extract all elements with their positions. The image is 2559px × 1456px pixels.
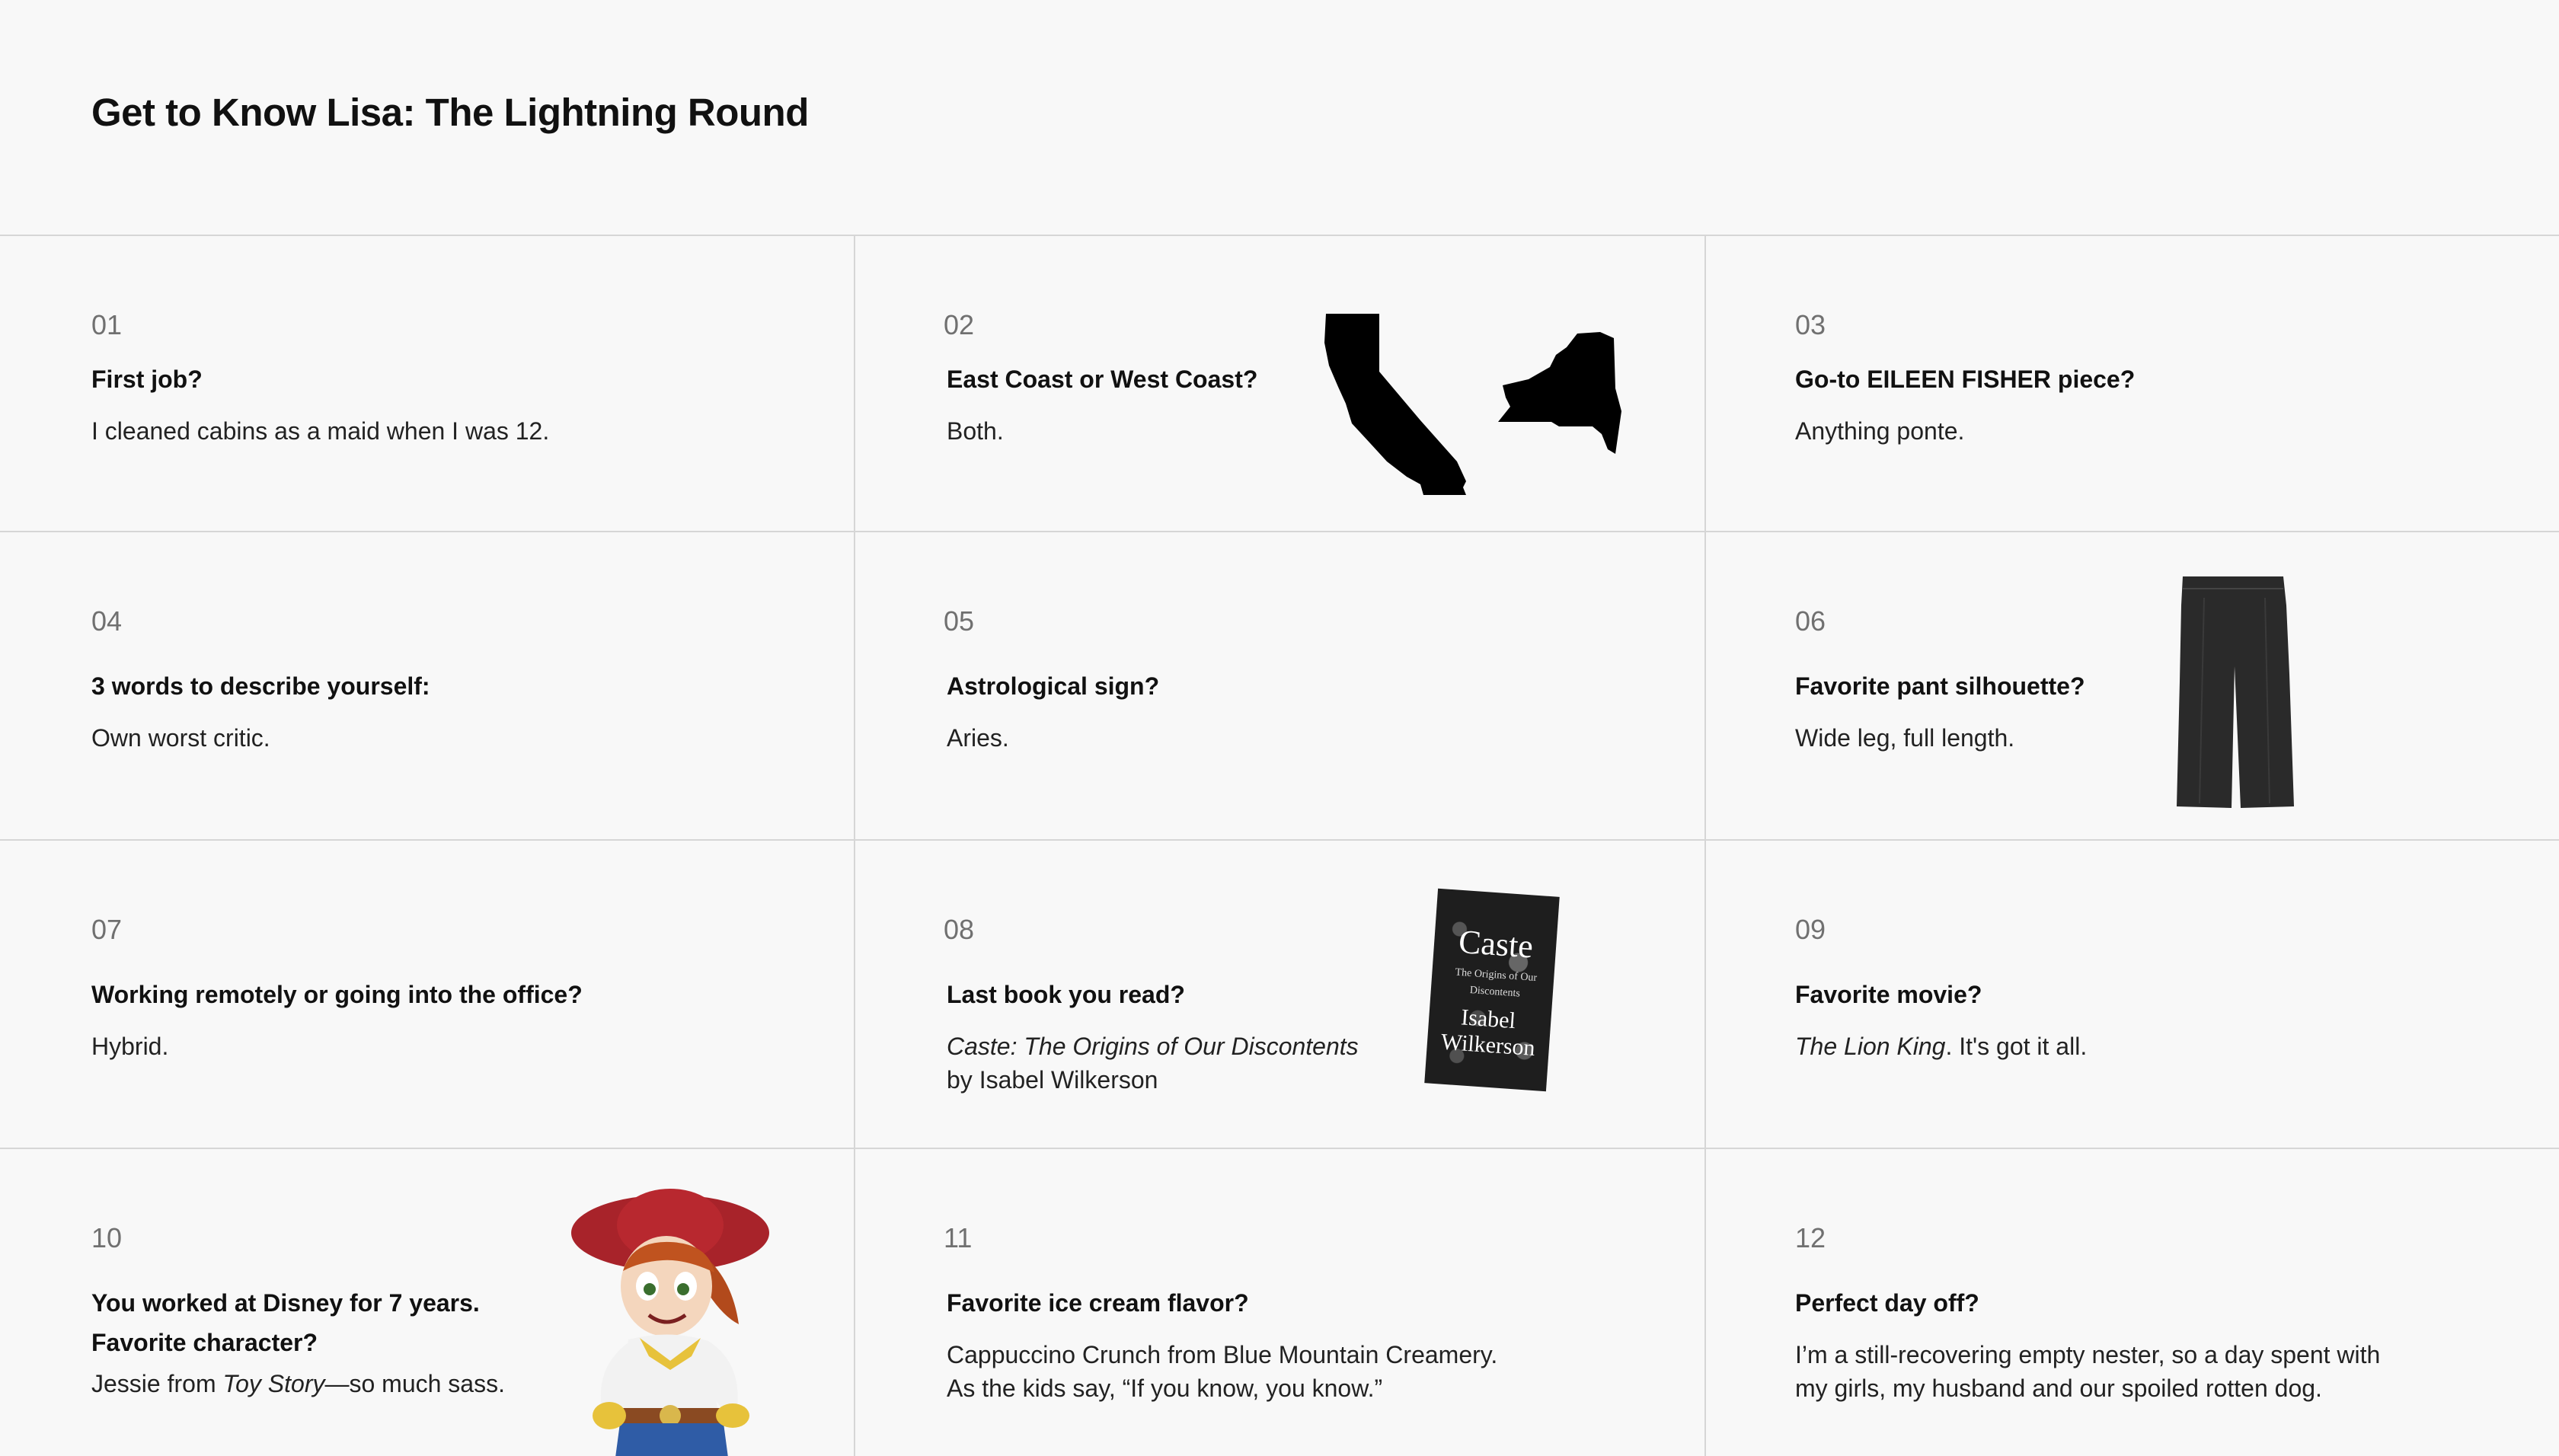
qa-card-08: 08 Last book you read? Caste: The Origin… [855, 839, 1706, 1148]
item-answer: Anything ponte. [1795, 417, 1965, 445]
item-answer: The Lion King. It's got it all. [1795, 1030, 2087, 1063]
item-number: 09 [1795, 914, 1826, 945]
item-question: Favorite pant silhouette? [1795, 672, 2085, 700]
item-number: 12 [1795, 1222, 1826, 1253]
book-cover-title: Caste [1457, 922, 1535, 966]
qa-card-03: 03 Go-to EILEEN FISHER piece? Anything p… [1706, 235, 2559, 531]
qa-card-02: 02 East Coast or West Coast? Both. [855, 235, 1706, 531]
qa-card-07: 07 Working remotely or going into the of… [0, 839, 855, 1148]
california-new-york-silhouettes [1324, 314, 1621, 495]
answer-line-2: As the kids say, “If you know, you know.… [947, 1375, 1383, 1402]
item-answer: Aries. [947, 724, 1009, 752]
california-shape [1324, 314, 1466, 495]
qa-card-06: 06 Favorite pant silhouette? Wide leg, f… [1706, 531, 2559, 839]
item-question: Favorite movie? [1795, 981, 1982, 1008]
qa-grid: 01 First job? I cleaned cabins as a maid… [0, 235, 2559, 1456]
answer-text: —so much sass. [324, 1370, 505, 1397]
book-cover-author-last: Wilkerson [1439, 1029, 1536, 1062]
lightning-round-page: Get to Know Lisa: The Lightning Round 01… [0, 0, 2559, 1456]
answer-line-2: my girls, my husband and our spoiled rot… [1795, 1375, 2322, 1402]
jessie-figure-image [571, 1189, 769, 1456]
new-york-shape [1498, 332, 1621, 454]
item-question: Last book you read? [947, 981, 1185, 1008]
item-answer: Cappuccino Crunch from Blue Mountain Cre… [947, 1338, 1497, 1405]
qa-card-05: 05 Astrological sign? Aries. [855, 531, 1706, 839]
item-number: 03 [1795, 309, 1826, 340]
item-number: 02 [944, 309, 975, 340]
item-question: 3 words to describe yourself: [91, 672, 430, 700]
item-answer: Hybrid. [91, 1033, 169, 1060]
item-number: 01 [91, 309, 123, 340]
item-question: You worked at Disney for 7 years. Favorit… [91, 1283, 480, 1362]
answer-text: Jessie from [91, 1370, 223, 1397]
answer-text: . It's got it all. [1945, 1033, 2088, 1060]
item-question: Astrological sign? [947, 672, 1160, 700]
item-number: 04 [91, 605, 123, 637]
item-answer: Both. [947, 417, 1004, 445]
book-cover-author-first: Isabel [1460, 1004, 1517, 1034]
item-question: First job? [91, 366, 203, 393]
qa-card-10: 10 You worked at Disney for 7 years. Favo… [0, 1148, 855, 1456]
item-answer: I’m a still-recovering empty nester, so … [1795, 1338, 2380, 1405]
qa-card-01: 01 First job? I cleaned cabins as a maid… [0, 235, 855, 531]
item-number: 08 [944, 914, 975, 945]
pants-shape [2177, 576, 2294, 808]
item-number: 11 [944, 1222, 973, 1253]
item-question: Go-to EILEEN FISHER piece? [1795, 366, 2136, 393]
wide-leg-pants-image [2177, 576, 2294, 808]
item-answer: Wide leg, full length. [1795, 724, 2015, 752]
item-number: 06 [1795, 605, 1826, 637]
item-question: Working remotely or going into the offic… [91, 981, 583, 1008]
qa-card-12: 12 Perfect day off? I’m a still-recoveri… [1706, 1148, 2559, 1456]
item-question: Perfect day off? [1795, 1289, 1979, 1317]
item-answer: Jessie from Toy Story—so much sass. [91, 1367, 505, 1400]
movie-title: The Lion King [1795, 1033, 1946, 1060]
qa-card-11: 11 Favorite ice cream flavor? Cappuccino… [855, 1148, 1706, 1456]
answer-line-1: I’m a still-recovering empty nester, so … [1795, 1341, 2381, 1368]
book-title: Caste: The Origins of Our Discontents [947, 1033, 1359, 1060]
item-answer: I cleaned cabins as a maid when I was 12… [91, 417, 550, 445]
movie-title: Toy Story [222, 1370, 325, 1397]
item-number: 10 [91, 1222, 123, 1253]
question-line-1: You worked at Disney for 7 years. [91, 1289, 480, 1317]
book-cover-subtitle: The Origins of Our Discontents [1455, 966, 1538, 1000]
answer-line-1: Cappuccino Crunch from Blue Mountain Cre… [947, 1341, 1498, 1368]
question-line-2: Favorite character? [91, 1329, 318, 1356]
qa-card-09: 09 Favorite movie? The Lion King. It's g… [1706, 839, 2559, 1148]
item-number: 07 [91, 914, 123, 945]
book-author: by Isabel Wilkerson [947, 1066, 1158, 1094]
page-title: Get to Know Lisa: The Lightning Round [91, 91, 809, 134]
book-cover-image: Caste The Origins of Our Discontents Isa… [1424, 888, 1560, 1092]
qa-card-04: 04 3 words to describe yourself: Own wor… [0, 531, 855, 839]
item-question: Favorite ice cream flavor? [947, 1289, 1249, 1317]
item-answer: Own worst critic. [91, 724, 270, 752]
item-question: East Coast or West Coast? [947, 366, 1258, 393]
item-answer: Caste: The Origins of Our Discontents by … [947, 1030, 1359, 1097]
item-number: 05 [944, 605, 975, 637]
